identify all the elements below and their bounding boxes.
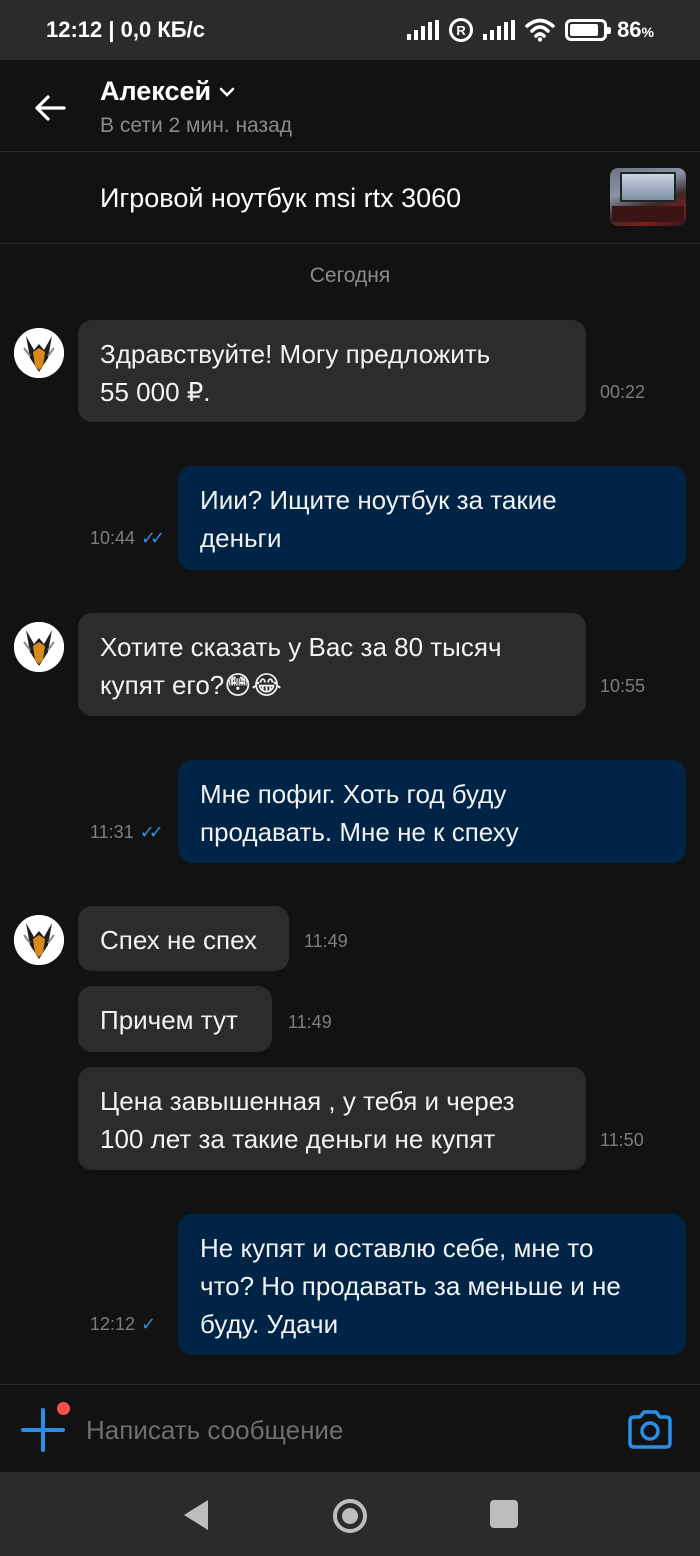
signal-icon bbox=[407, 20, 440, 40]
message-bubble-incoming[interactable]: Хотите сказать у Вас за 80 тысяч купят е… bbox=[78, 613, 586, 716]
message-bubble-outgoing[interactable]: Мне пофиг. Хоть год буду продавать. Мне … bbox=[178, 760, 686, 863]
registered-icon: R bbox=[449, 18, 474, 42]
camera-icon[interactable] bbox=[626, 1409, 674, 1451]
message-time: 12:12 bbox=[90, 1314, 136, 1334]
thumbnail-screen bbox=[620, 172, 676, 202]
listing-bar[interactable]: Игровой ноутбук msi rtx 3060 bbox=[0, 152, 700, 244]
contact-name-button[interactable]: Алексей bbox=[100, 76, 235, 107]
message-time: 11:31 bbox=[90, 822, 134, 842]
message-time: 10:44 bbox=[90, 528, 136, 548]
double-check-icon: ✓✓ bbox=[139, 822, 164, 842]
message-bubble-incoming[interactable]: Причем тут bbox=[78, 986, 272, 1052]
thumbnail-base bbox=[612, 206, 684, 222]
listing-thumbnail[interactable] bbox=[610, 168, 686, 226]
nav-back-icon[interactable] bbox=[180, 1498, 212, 1532]
battery-fill bbox=[570, 24, 598, 36]
chevron-down-icon bbox=[219, 87, 235, 97]
chat-header: Алексей В сети 2 мин. назад bbox=[0, 60, 700, 152]
status-bar: 12:12 | 0,0 КБ/с R 86% bbox=[0, 0, 700, 60]
nav-recent-apps-icon[interactable] bbox=[490, 1500, 518, 1528]
message-meta: 11:31 ✓✓ bbox=[90, 822, 164, 843]
avatar-image bbox=[14, 915, 64, 965]
message-time: 00:22 bbox=[600, 382, 646, 402]
avatar[interactable] bbox=[14, 915, 64, 965]
avatar[interactable] bbox=[14, 328, 64, 378]
message-input[interactable] bbox=[86, 1409, 606, 1451]
message-time: 10:55 bbox=[600, 676, 646, 696]
contact-name: Алексей bbox=[100, 76, 212, 106]
message-bubble-outgoing[interactable]: Иии? Ищите ноутбук за такие деньги bbox=[178, 466, 686, 570]
avatar[interactable] bbox=[14, 622, 64, 672]
system-nav-bar bbox=[0, 1472, 700, 1556]
double-check-icon: ✓✓ bbox=[141, 528, 165, 548]
avatar-image bbox=[14, 328, 64, 378]
contact-status: В сети 2 мин. назад bbox=[100, 114, 293, 137]
check-icon: ✓ bbox=[141, 1314, 157, 1334]
message-bubble-incoming[interactable]: Спех не спех bbox=[78, 906, 289, 971]
message-time: 11:50 bbox=[600, 1130, 644, 1150]
avatar-image bbox=[14, 622, 64, 672]
message-time: 11:49 bbox=[304, 931, 348, 951]
signal-icon-2 bbox=[483, 20, 516, 40]
message-bubble-outgoing[interactable]: Не купят и оставлю себе, мне то что? Но … bbox=[178, 1214, 686, 1355]
notification-dot bbox=[57, 1402, 70, 1415]
status-time-speed: 12:12 | 0,0 КБ/с bbox=[46, 17, 205, 42]
message-bubble-incoming[interactable]: Здравствуйте! Могу предложить 55 000 ₽. bbox=[78, 320, 586, 422]
back-arrow-icon[interactable] bbox=[30, 88, 70, 128]
message-time: 11:49 bbox=[288, 1012, 332, 1032]
wifi-icon bbox=[525, 18, 555, 42]
date-separator: Сегодня bbox=[309, 264, 391, 287]
message-meta: 12:12 ✓ bbox=[90, 1314, 156, 1335]
nav-home-icon[interactable] bbox=[332, 1498, 368, 1534]
battery-percent: 86% bbox=[617, 17, 654, 42]
status-icons: R 86% bbox=[407, 17, 654, 43]
battery-icon bbox=[565, 19, 612, 41]
message-composer bbox=[0, 1384, 700, 1472]
message-meta: 10:44 ✓✓ bbox=[90, 528, 165, 549]
listing-title[interactable]: Игровой ноутбук msi rtx 3060 bbox=[100, 183, 461, 214]
message-bubble-incoming[interactable]: Цена завышенная , у тебя и через 100 лет… bbox=[78, 1067, 586, 1170]
